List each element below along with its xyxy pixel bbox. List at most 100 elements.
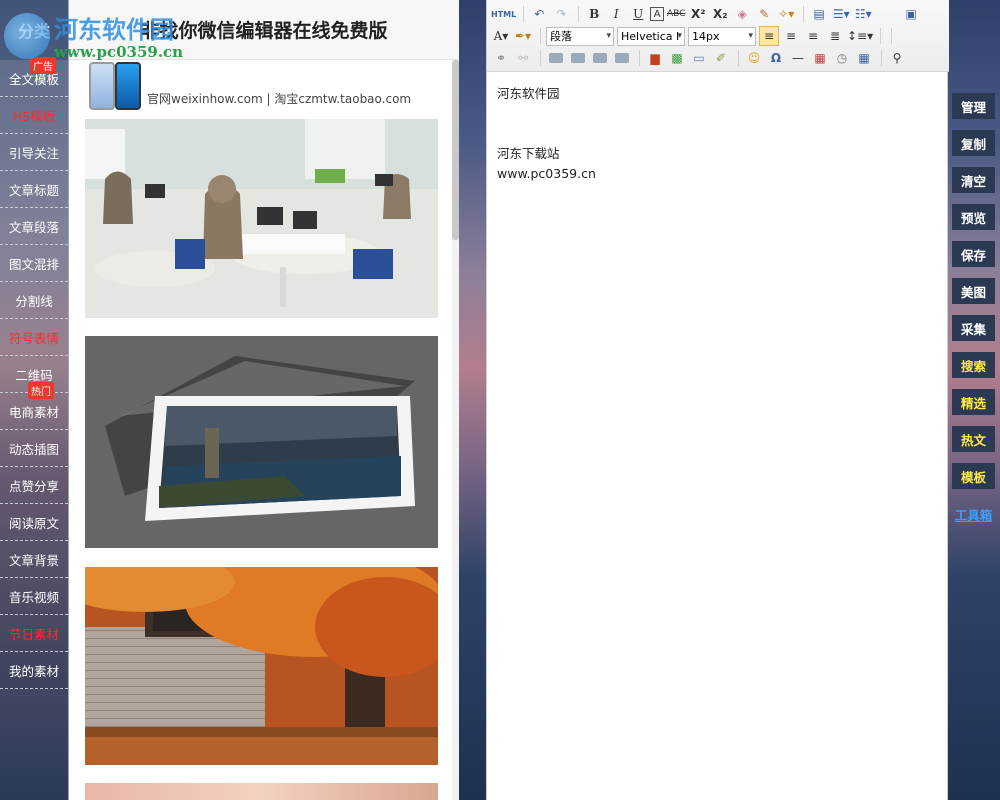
- nav-item-emoji[interactable]: 符号表情: [0, 319, 68, 356]
- toolbar-separator: [880, 28, 882, 44]
- undo-icon[interactable]: ↶: [529, 4, 549, 24]
- nav-item-image-text[interactable]: 图文混排: [0, 245, 68, 282]
- toolbox-link[interactable]: 工具箱: [952, 501, 995, 527]
- nav-item-article-paragraph[interactable]: 文章段落: [0, 208, 68, 245]
- insert-video-icon[interactable]: ▭: [689, 48, 709, 68]
- featured-button[interactable]: 精选: [952, 389, 995, 415]
- auto-format-icon[interactable]: ✧▾: [776, 4, 796, 24]
- material-image-partial[interactable]: [85, 783, 438, 800]
- category-list: 全文模板 广告 H5模板 引导关注 文章标题 文章段落 图文混排 分割线 符号表情…: [0, 57, 68, 689]
- image-left-icon[interactable]: [568, 48, 588, 68]
- font-family-select[interactable]: Helvetica I: [617, 26, 685, 46]
- nav-item-follow-guide[interactable]: 引导关注: [0, 134, 68, 171]
- table-icon[interactable]: ▦: [854, 48, 874, 68]
- nav-label: 文章标题: [8, 182, 59, 198]
- toolbar-separator: [881, 50, 882, 66]
- multi-image-icon[interactable]: ▩: [667, 48, 687, 68]
- image-right-icon[interactable]: [590, 48, 610, 68]
- nav-item-read-original[interactable]: 阅读原文: [0, 504, 68, 541]
- subscript-icon[interactable]: X₂: [710, 4, 730, 24]
- beautify-image-button[interactable]: 美图: [952, 278, 995, 304]
- toolbar-separator: [540, 50, 541, 66]
- image-center-icon[interactable]: [612, 48, 632, 68]
- nav-label: 点赞分享: [8, 478, 59, 494]
- align-left-icon[interactable]: ≡: [759, 26, 779, 46]
- underline-icon[interactable]: U: [628, 4, 648, 24]
- material-image-cats-office[interactable]: [85, 119, 438, 318]
- eraser-icon[interactable]: ◈: [732, 4, 752, 24]
- clear-button[interactable]: 清空: [952, 167, 995, 193]
- unlink-icon[interactable]: ⚯: [513, 48, 533, 68]
- ordered-list-icon[interactable]: ☰▾: [831, 4, 851, 24]
- scrawl-icon[interactable]: ✐: [711, 48, 731, 68]
- manage-button[interactable]: 管理: [952, 93, 995, 119]
- redo-icon[interactable]: ↷: [551, 4, 571, 24]
- font-border-icon[interactable]: A: [650, 7, 665, 21]
- paste-plain-icon[interactable]: ▤: [809, 4, 829, 24]
- editor-content[interactable]: 河东软件园 河东下载站 www.pc0359.cn: [497, 84, 937, 184]
- nav-item-divider[interactable]: 分割线: [0, 282, 68, 319]
- nav-item-h5-template[interactable]: H5模板: [0, 97, 68, 134]
- search-replace-icon[interactable]: ⚲: [887, 48, 907, 68]
- save-button[interactable]: 保存: [952, 241, 995, 267]
- highlight-icon[interactable]: ✒▾: [513, 26, 533, 46]
- editor-toolbar: HTML ↶ ↷ B I U A ABC X² X₂ ◈ ✎ ✧▾ ▤ ☰▾ ☷…: [487, 0, 949, 72]
- format-brush-icon[interactable]: ✎: [754, 4, 774, 24]
- toolbar-row-2: A▾ ✒▾ 段落 Helvetica I 14px ≡ ≡ ≡ ≣ ↕≡▾: [491, 25, 897, 47]
- unordered-list-icon[interactable]: ☷▾: [853, 4, 873, 24]
- fullscreen-icon[interactable]: ▣: [901, 4, 921, 24]
- panel-scrollbar[interactable]: [452, 60, 459, 800]
- ad-banner[interactable]: 官网weixinhow.com | 淘宝czmtw.taobao.com: [85, 60, 445, 110]
- material-image-photo-prints[interactable]: [85, 336, 438, 548]
- phone-icon: [115, 62, 141, 110]
- watermark-site: 河东软件园: [54, 15, 174, 44]
- strikethrough-icon[interactable]: ABC: [666, 4, 686, 24]
- nav-item-article-bg[interactable]: 文章背景: [0, 541, 68, 578]
- preview-button[interactable]: 预览: [952, 204, 995, 230]
- link-icon[interactable]: ⚭: [491, 48, 511, 68]
- font-color-icon[interactable]: A▾: [491, 26, 511, 46]
- nav-item-my-materials[interactable]: 我的素材: [0, 652, 68, 689]
- watermark-text: 河东软件园 www.pc0359.cn: [54, 10, 183, 61]
- superscript-icon[interactable]: X²: [688, 4, 708, 24]
- bold-icon[interactable]: B: [584, 4, 604, 24]
- paragraph-format-select[interactable]: 段落: [546, 26, 614, 46]
- nav-item-ecommerce[interactable]: 热门 电商素材: [0, 382, 68, 430]
- line-height-icon[interactable]: ↕≡▾: [847, 26, 873, 46]
- toolbar-separator: [540, 28, 541, 44]
- copy-button[interactable]: 复制: [952, 130, 995, 156]
- material-image-autumn-tree[interactable]: [85, 567, 438, 765]
- templates-button[interactable]: 模板: [952, 463, 995, 489]
- toolbar-separator: [891, 28, 893, 44]
- nav-label: 音乐视频: [8, 589, 59, 605]
- special-char-icon[interactable]: Ω: [766, 48, 786, 68]
- insert-image-icon[interactable]: ▆: [645, 48, 665, 68]
- nav-item-full-template[interactable]: 全文模板 广告: [0, 57, 68, 97]
- image-none-icon[interactable]: [546, 48, 566, 68]
- time-icon[interactable]: ◷: [832, 48, 852, 68]
- content-line: 河东软件园: [497, 86, 560, 101]
- scrollbar-thumb[interactable]: [452, 60, 459, 240]
- nav-item-holiday[interactable]: 节日素材: [0, 615, 68, 652]
- nav-item-animated[interactable]: 动态插图: [0, 430, 68, 467]
- search-button[interactable]: 搜索: [952, 352, 995, 378]
- nav-item-article-title[interactable]: 文章标题: [0, 171, 68, 208]
- collect-button[interactable]: 采集: [952, 315, 995, 341]
- nav-item-like-share[interactable]: 点赞分享: [0, 467, 68, 504]
- emotion-icon[interactable]: ☺: [744, 48, 764, 68]
- watermark-logo-icon: [4, 12, 50, 59]
- ad-text: 官网weixinhow.com | 淘宝czmtw.taobao.com: [147, 92, 412, 106]
- nav-label: 文章段落: [8, 219, 59, 235]
- nav-item-music-video[interactable]: 音乐视频: [0, 578, 68, 615]
- date-icon[interactable]: ▦: [810, 48, 830, 68]
- hot-badge: 热门: [28, 382, 54, 399]
- horizontal-rule-icon[interactable]: —: [788, 48, 808, 68]
- align-justify-icon[interactable]: ≣: [825, 26, 845, 46]
- font-size-select[interactable]: 14px: [688, 26, 756, 46]
- italic-icon[interactable]: I: [606, 4, 626, 24]
- align-center-icon[interactable]: ≡: [781, 26, 801, 46]
- html-source-button[interactable]: HTML: [491, 4, 516, 24]
- hot-articles-button[interactable]: 热文: [952, 426, 995, 452]
- align-right-icon[interactable]: ≡: [803, 26, 823, 46]
- nav-label: 我的素材: [8, 663, 59, 679]
